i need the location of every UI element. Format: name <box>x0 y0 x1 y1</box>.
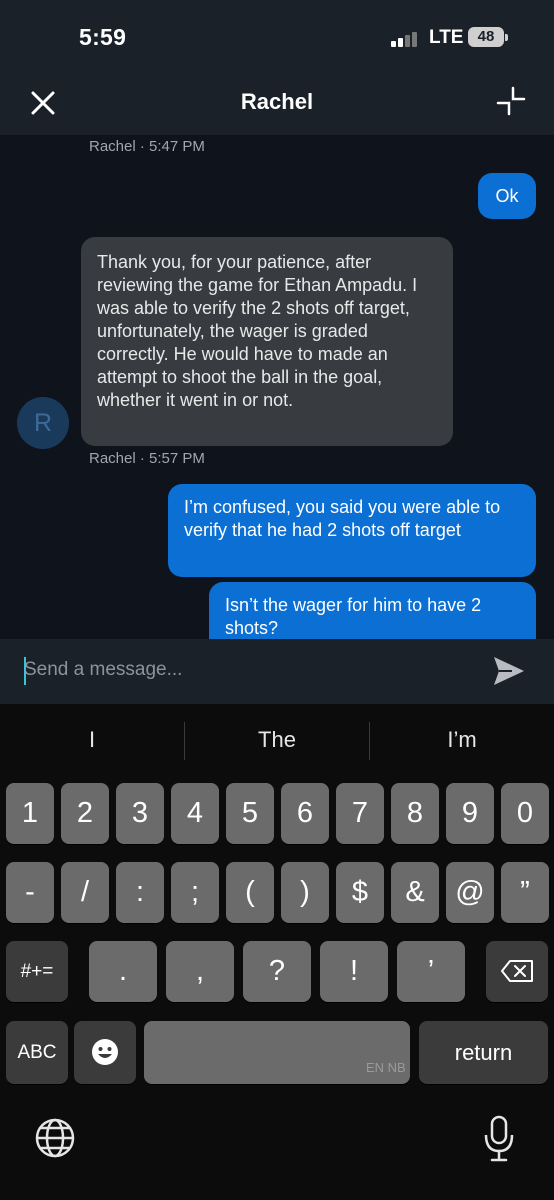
key[interactable]: 9 <box>446 783 494 844</box>
globe-icon[interactable] <box>34 1117 76 1159</box>
send-icon[interactable] <box>492 654 526 688</box>
backspace-icon[interactable] <box>486 941 548 1002</box>
key[interactable]: / <box>61 862 109 923</box>
key[interactable]: , <box>166 941 234 1002</box>
key[interactable]: - <box>6 862 54 923</box>
battery-icon: 48 <box>468 27 504 47</box>
key[interactable]: $ <box>336 862 384 923</box>
message-input[interactable]: Send a message... <box>24 659 182 681</box>
symbols-key[interactable]: #+= <box>6 941 68 1002</box>
key[interactable]: 7 <box>336 783 384 844</box>
key[interactable]: @ <box>446 862 494 923</box>
suggestion-1[interactable]: I <box>0 727 184 753</box>
key[interactable]: ’ <box>397 941 465 1002</box>
chat-area[interactable]: Rachel · 5:47 PM Ok R Thank you, for you… <box>0 135 554 639</box>
agent-message: Thank you, for your patience, after revi… <box>81 237 453 446</box>
text-cursor <box>24 657 26 685</box>
user-message: Isn’t the wager for him to have 2 shots? <box>209 582 536 639</box>
key[interactable]: ” <box>501 862 549 923</box>
key[interactable]: 5 <box>226 783 274 844</box>
user-message: I’m confused, you said you were able to … <box>168 484 536 577</box>
network-label: LTE <box>429 27 464 48</box>
message-meta: Rachel · 5:57 PM <box>89 450 205 467</box>
abc-key[interactable]: ABC <box>6 1021 68 1084</box>
key[interactable]: & <box>391 862 439 923</box>
avatar: R <box>17 397 69 449</box>
emoji-icon[interactable] <box>74 1021 136 1084</box>
return-key[interactable]: return <box>419 1021 548 1084</box>
key[interactable]: ) <box>281 862 329 923</box>
suggestion-2[interactable]: The <box>185 727 369 753</box>
signal-icon <box>391 31 421 47</box>
minimize-icon[interactable] <box>496 86 526 116</box>
key[interactable]: . <box>89 941 157 1002</box>
battery-tip <box>505 34 508 41</box>
key[interactable]: ! <box>320 941 388 1002</box>
key[interactable]: 1 <box>6 783 54 844</box>
user-message: Ok <box>478 173 536 219</box>
microphone-icon[interactable] <box>482 1115 516 1163</box>
key[interactable]: ? <box>243 941 311 1002</box>
key[interactable]: ( <box>226 862 274 923</box>
language-indicator: EN NB <box>366 1060 406 1075</box>
key[interactable]: ; <box>171 862 219 923</box>
status-time: 5:59 <box>79 24 127 50</box>
key[interactable]: 3 <box>116 783 164 844</box>
key[interactable]: : <box>116 862 164 923</box>
key[interactable]: 8 <box>391 783 439 844</box>
chat-title: Rachel <box>240 89 314 114</box>
key[interactable]: 2 <box>61 783 109 844</box>
suggestion-3[interactable]: I’m <box>370 727 554 753</box>
key[interactable]: 4 <box>171 783 219 844</box>
key[interactable]: 0 <box>501 783 549 844</box>
message-meta: Rachel · 5:47 PM <box>89 138 205 155</box>
key[interactable]: 6 <box>281 783 329 844</box>
